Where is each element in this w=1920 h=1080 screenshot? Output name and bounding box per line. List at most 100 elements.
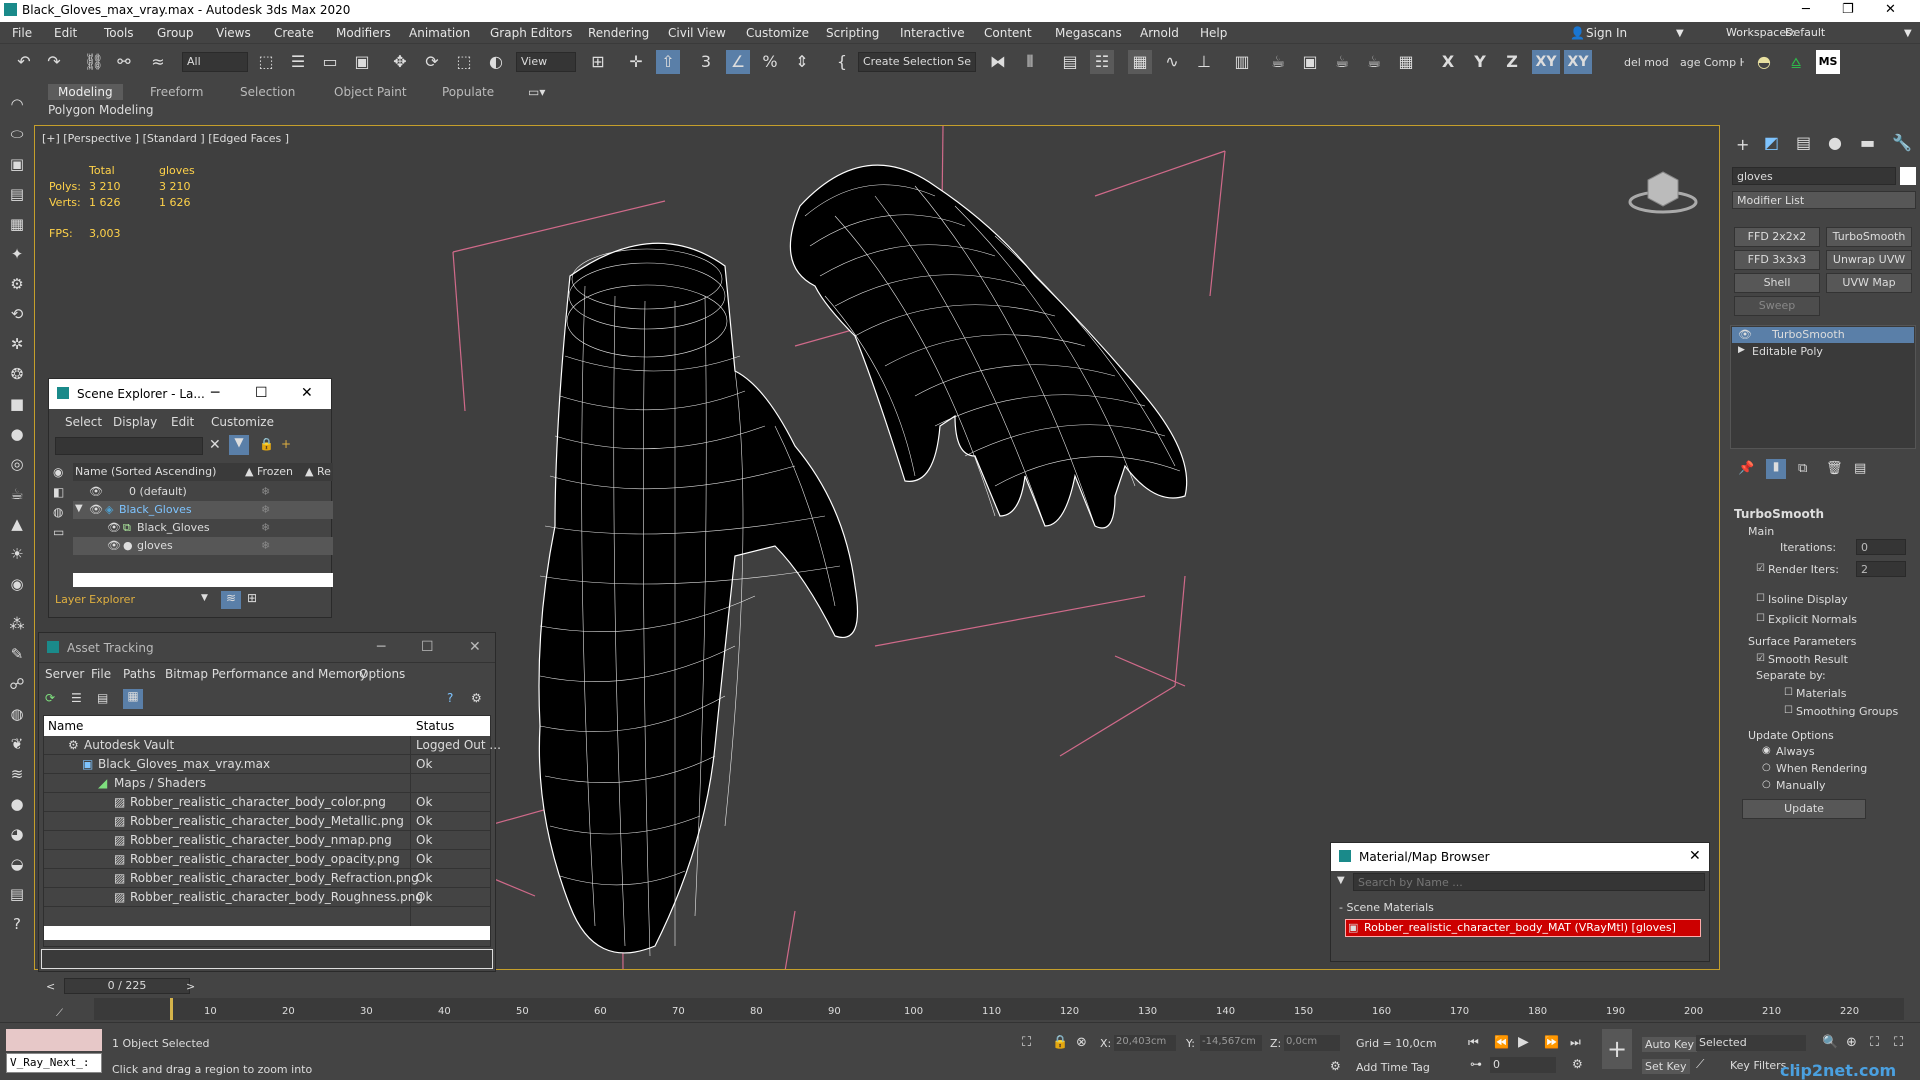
time-config-icon[interactable]: ⚙ <box>1572 1057 1583 1071</box>
table-row[interactable]: ▨ Robber_realistic_character_body_Refrac… <box>44 869 490 888</box>
maximize-icon[interactable]: ❐ <box>1842 2 1854 17</box>
configure-sets-icon[interactable]: ▤ <box>1854 461 1866 476</box>
table-row[interactable]: ▨ Robber_realistic_character_body_color.… <box>44 793 490 812</box>
modify-icon[interactable]: ▣ <box>5 152 29 176</box>
window-crossing-icon[interactable]: ▣ <box>350 50 374 74</box>
se-row[interactable]: 👁 ⧉ Black_Gloves ❄ <box>73 519 333 537</box>
tree-view-icon[interactable]: ▤ <box>97 691 108 705</box>
move-icon[interactable]: ✥ <box>388 50 412 74</box>
uvw-map-button[interactable]: UVW Map <box>1826 273 1912 293</box>
at-col-status[interactable]: Status <box>416 719 454 733</box>
time-slider[interactable]: 0 / 225 <box>64 978 190 994</box>
go-to-start-icon[interactable]: ⏮ <box>1468 1035 1479 1050</box>
select-object-icon[interactable]: ⬚ <box>254 50 278 74</box>
box-icon[interactable]: ■ <box>5 392 29 416</box>
display-none-icon[interactable]: ◉ <box>53 465 63 479</box>
menu-group[interactable]: Group <box>157 26 194 40</box>
at-col-name[interactable]: Name <box>48 719 83 733</box>
next-frame-button[interactable]: > <box>186 980 195 993</box>
scene-materials-header[interactable]: - Scene Materials <box>1339 901 1434 914</box>
se-row[interactable]: ▼ 👁 ◈ Black_Gloves ❄ <box>73 501 333 519</box>
turbosmooth-button[interactable]: TurboSmooth <box>1826 227 1912 247</box>
menu-views[interactable]: Views <box>216 26 251 40</box>
rotate-icon[interactable]: ⟳ <box>420 50 444 74</box>
material-search-input[interactable] <box>1353 873 1705 891</box>
axis-x-button[interactable]: X <box>1436 50 1460 74</box>
tab-modeling[interactable]: Modeling <box>48 84 123 100</box>
place-icon[interactable]: ◐ <box>484 50 508 74</box>
material-editor-icon[interactable]: ▥ <box>1230 50 1254 74</box>
lock-icon[interactable]: 🔒 <box>259 437 274 451</box>
maximize-icon[interactable]: ☐ <box>255 385 268 401</box>
tab-object-paint[interactable]: Object Paint <box>324 84 417 100</box>
sign-in-dropdown[interactable]: Sign In <box>1586 26 1627 40</box>
eye-icon[interactable]: 👁 <box>89 485 103 498</box>
se-row[interactable]: 👁 0 (default) ❄ <box>73 483 333 501</box>
se-menu-edit[interactable]: Edit <box>171 415 194 429</box>
absolute-mode-icon[interactable]: ⊗ <box>1076 1035 1087 1050</box>
script-icon[interactable]: ▤ <box>5 882 29 906</box>
minimize-icon[interactable]: ─ <box>1802 2 1810 17</box>
shell-button[interactable]: Shell <box>1734 273 1820 293</box>
clear-icon[interactable]: ✕ <box>209 437 221 453</box>
ms-button[interactable]: MS <box>1816 50 1840 74</box>
selection-set-dropdown[interactable]: Create Selection Se <box>858 52 976 72</box>
modifier-list-dropdown[interactable]: Modifier List <box>1732 191 1916 209</box>
smooth-result-checkbox[interactable]: ☑ <box>1756 653 1765 664</box>
help-icon[interactable]: ? <box>447 691 453 705</box>
se-row[interactable]: 👁 ● gloves ❄ <box>73 537 333 555</box>
freeze-icon[interactable]: ❄ <box>261 503 270 516</box>
render-icon[interactable]: ◒ <box>5 852 29 876</box>
menu-file[interactable]: File <box>12 26 32 40</box>
ffd-2x2x2-button[interactable]: FFD 2x2x2 <box>1734 227 1820 247</box>
angle-snap-icon[interactable]: ∠ <box>726 50 750 74</box>
add-layer-icon[interactable]: + <box>281 437 291 451</box>
spacewarp-icon[interactable]: ✲ <box>5 332 29 356</box>
percent-snap-icon[interactable]: % <box>758 50 782 74</box>
options-arrow-icon[interactable]: ▼ <box>1337 875 1345 886</box>
set-key-button[interactable]: Set Key <box>1642 1059 1690 1074</box>
material-item[interactable]: ▣ Robber_realistic_character_body_MAT (V… <box>1345 919 1701 937</box>
ribbon-toggle-icon[interactable]: ▦ <box>1128 50 1152 74</box>
list-view-icon[interactable]: ☰ <box>71 691 82 705</box>
create-tab-icon[interactable]: + <box>1736 135 1749 154</box>
minimize-icon[interactable]: ─ <box>377 639 385 655</box>
unwrap-uvw-button[interactable]: Unwrap UVW <box>1826 250 1912 270</box>
go-to-end-icon[interactable]: ⏭ <box>1570 1035 1581 1050</box>
selection-set-dropdown[interactable]: Selected <box>1696 1035 1806 1051</box>
unlink-icon[interactable]: ⚯ <box>112 50 136 74</box>
rollout-turbosmooth[interactable]: TurboSmooth <box>1734 507 1824 521</box>
previous-key-icon[interactable]: ⏪ <box>1494 1035 1509 1049</box>
table-row[interactable]: ◢ Maps / Shaders <box>44 774 490 793</box>
scene-explorer-titlebar[interactable]: Scene Explorer - La... ─ ☐ ✕ <box>49 379 331 409</box>
light-icon[interactable]: ✦ <box>5 242 29 266</box>
table-row[interactable]: ⚙ Autodesk Vault Logged Out ... <box>44 736 501 755</box>
display-geometry-icon[interactable]: ◧ <box>53 485 64 499</box>
workspace-dropdown[interactable]: Default <box>1785 26 1825 39</box>
freeze-icon[interactable]: ❄ <box>261 521 270 534</box>
close-icon[interactable]: ✕ <box>1885 2 1896 17</box>
helmet-icon[interactable]: ◓ <box>1752 50 1776 74</box>
motion-icon[interactable]: ▦ <box>5 212 29 236</box>
isolate-icon[interactable]: ⛶ <box>1022 1035 1031 1050</box>
ref-coord-dropdown[interactable]: View <box>516 52 576 72</box>
zoom-extents-all-icon[interactable]: ⛶ <box>1894 1035 1903 1050</box>
at-path-input[interactable] <box>41 949 493 969</box>
next-key-icon[interactable]: ⏩ <box>1544 1035 1559 1049</box>
paint-icon[interactable]: ✎ <box>5 642 29 666</box>
helper-icon[interactable]: ⟲ <box>5 302 29 326</box>
se-col-re[interactable]: ▲ Re <box>305 465 331 478</box>
asset-tracking-titlebar[interactable]: Asset Tracking ─ ☐ ✕ <box>39 633 495 663</box>
render-active-icon[interactable]: ☕ <box>1362 50 1386 74</box>
set-key-plus-icon[interactable]: + <box>1602 1029 1632 1069</box>
bones-icon[interactable]: ☍ <box>5 672 29 696</box>
stack-item-turbosmooth[interactable]: 👁 TurboSmooth <box>1732 327 1914 343</box>
menu-customize[interactable]: Customize <box>746 26 809 40</box>
object-color-swatch[interactable] <box>1900 167 1916 185</box>
schematic-view-icon[interactable]: ⊥ <box>1192 50 1216 74</box>
materials-checkbox[interactable]: ☐ <box>1784 687 1793 698</box>
axis-z-button[interactable]: Z <box>1500 50 1524 74</box>
refresh-icon[interactable]: ⟳ <box>45 691 55 705</box>
at-menu-server[interactable]: Server <box>45 667 84 681</box>
layer-manager-icon[interactable]: ▤ <box>1058 50 1082 74</box>
